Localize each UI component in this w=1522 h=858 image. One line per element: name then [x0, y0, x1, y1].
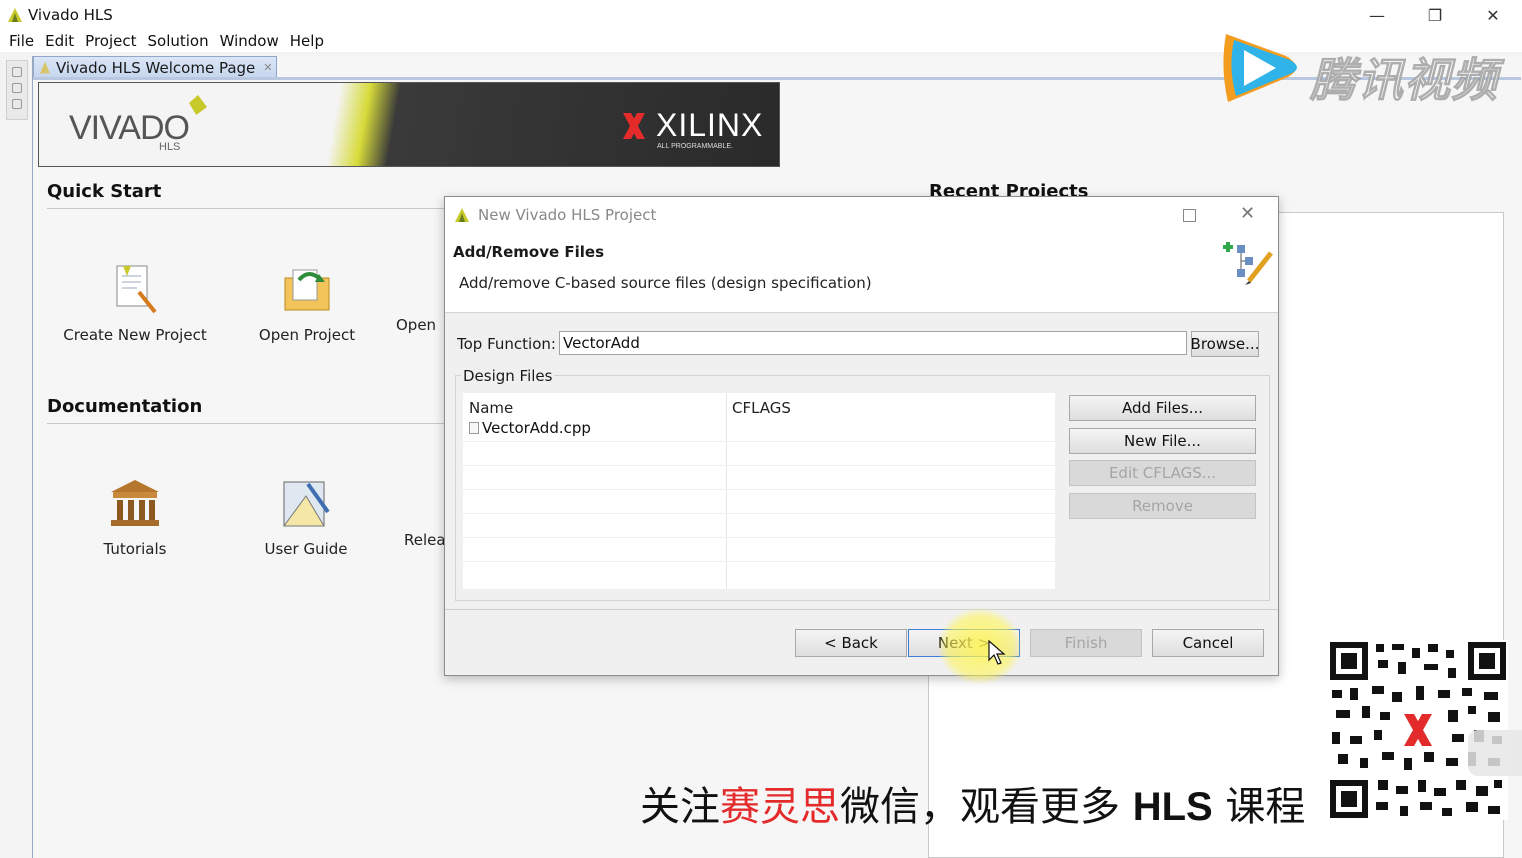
vivado-dialog-icon [455, 208, 469, 222]
column-header-cflags[interactable]: CFLAGS [732, 399, 791, 417]
xilinx-x-icon [623, 113, 645, 139]
menu-file[interactable]: File [9, 32, 34, 50]
table-row[interactable]: VectorAdd.cpp [469, 419, 591, 437]
toolbar-icon-2[interactable] [12, 83, 22, 93]
file-icon [469, 422, 479, 434]
dialog-header-description: Add/remove C-based source files (design … [459, 274, 872, 292]
row-divider [463, 465, 1055, 466]
row-divider [463, 513, 1055, 514]
side-control-tab[interactable] [1468, 730, 1522, 776]
tutorials-link[interactable]: Tutorials [90, 476, 180, 558]
caption-highlight: 赛灵思 [720, 784, 840, 830]
toolbar-icon-1[interactable] [12, 67, 22, 77]
close-icon[interactable]: ✕ [1464, 0, 1522, 30]
dialog-header: Add/Remove Files Add/remove C-based sour… [445, 233, 1278, 313]
file-name: VectorAdd.cpp [482, 419, 591, 437]
tutorials-icon [107, 476, 163, 532]
row-divider [463, 441, 1055, 442]
minimize-icon[interactable]: — [1348, 0, 1406, 30]
vivado-app-icon [8, 8, 22, 22]
dialog-header-title: Add/Remove Files [453, 243, 605, 261]
left-toolbar-strip [6, 60, 28, 120]
top-function-label: Top Function: [457, 335, 556, 353]
new-project-icon [107, 262, 163, 318]
menu-project[interactable]: Project [85, 32, 136, 50]
tutorials-label: Tutorials [103, 540, 167, 558]
watermark-text: 腾讯视频 [1310, 53, 1498, 108]
caption-part-5: 课程 [1212, 784, 1306, 830]
create-new-project-link[interactable]: Create New Project [60, 262, 210, 344]
browse-button[interactable]: Browse... [1191, 331, 1259, 357]
menu-solution[interactable]: Solution [148, 32, 209, 50]
row-divider [463, 489, 1055, 490]
dialog-close-icon[interactable]: ✕ [1240, 203, 1255, 224]
release-notes-link[interactable]: Relea [404, 531, 444, 549]
finish-button[interactable]: Finish [1030, 629, 1142, 657]
tab-welcome-page[interactable]: Vivado HLS Welcome Page ✕ [33, 56, 277, 78]
window-title: Vivado HLS [28, 6, 113, 24]
create-new-project-label: Create New Project [63, 326, 207, 344]
vivado-logo-sub: HLS [159, 141, 181, 153]
vivado-banner: VIVADO HLS XILINX ALL PROGRAMMABLE. [38, 82, 780, 167]
cancel-button[interactable]: Cancel [1152, 629, 1264, 657]
dialog-titlebar: New Vivado HLS Project ✕ [445, 197, 1278, 233]
add-files-button[interactable]: Add Files... [1069, 395, 1256, 421]
documentation-title: Documentation [47, 396, 203, 417]
open-example-label: Open [396, 316, 437, 334]
documentation-rule [47, 423, 445, 424]
cursor-highlight [938, 608, 1022, 684]
open-project-icon [279, 262, 335, 318]
open-project-link[interactable]: Open Project [248, 262, 366, 344]
restore-icon[interactable]: ❐ [1406, 0, 1464, 30]
subtitle-caption: 关注赛灵思微信，观看更多 HLS 课程 [640, 774, 1305, 832]
row-divider [463, 537, 1055, 538]
wizard-add-files-icon [1223, 242, 1273, 285]
tab-label: Vivado HLS Welcome Page [56, 58, 256, 77]
menu-window[interactable]: Window [220, 32, 279, 50]
user-guide-icon [278, 476, 334, 532]
dialog-maximize-icon[interactable] [1183, 209, 1196, 222]
user-guide-label: User Guide [264, 540, 348, 558]
column-separator [726, 393, 727, 589]
top-function-input[interactable] [559, 331, 1187, 355]
toolbar-icon-3[interactable] [12, 99, 22, 109]
dialog-title: New Vivado HLS Project [478, 206, 657, 224]
xilinx-tagline: ALL PROGRAMMABLE. [657, 143, 733, 150]
mouse-pointer-icon [988, 640, 1006, 665]
design-files-table[interactable]: Name CFLAGS VectorAdd.cpp [463, 393, 1055, 589]
tencent-video-logo-icon [1223, 34, 1297, 102]
caption-part-1: 关注 [640, 784, 720, 830]
menu-help[interactable]: Help [290, 32, 324, 50]
window-controls: — ❐ ✕ [1348, 0, 1522, 30]
tab-close-icon[interactable]: ✕ [263, 61, 272, 74]
caption-hls: HLS [1132, 785, 1213, 829]
open-example-link[interactable]: Open [396, 316, 440, 334]
vivado-leaf-icon [189, 95, 207, 115]
back-button[interactable]: < Back [795, 629, 907, 657]
remove-button[interactable]: Remove [1069, 493, 1256, 519]
menu-edit[interactable]: Edit [45, 32, 74, 50]
edit-cflags-button[interactable]: Edit CFLAGS... [1069, 460, 1256, 486]
quick-start-title: Quick Start [47, 181, 162, 202]
open-project-label: Open Project [258, 326, 356, 344]
row-divider [463, 561, 1055, 562]
caption-part-3: 微信，观看更多 [840, 784, 1133, 830]
quick-start-rule [47, 208, 445, 209]
xilinx-logo-text: XILINX [656, 107, 764, 143]
release-notes-label: Relea [404, 531, 444, 549]
new-project-dialog: New Vivado HLS Project ✕ Add/Remove File… [444, 196, 1279, 676]
new-file-button[interactable]: New File... [1069, 428, 1256, 454]
user-guide-link[interactable]: User Guide [258, 476, 354, 558]
design-files-label: Design Files [461, 367, 555, 385]
vivado-tab-icon [40, 61, 50, 74]
column-header-name[interactable]: Name [469, 399, 513, 417]
dialog-footer-separator [445, 609, 1278, 610]
